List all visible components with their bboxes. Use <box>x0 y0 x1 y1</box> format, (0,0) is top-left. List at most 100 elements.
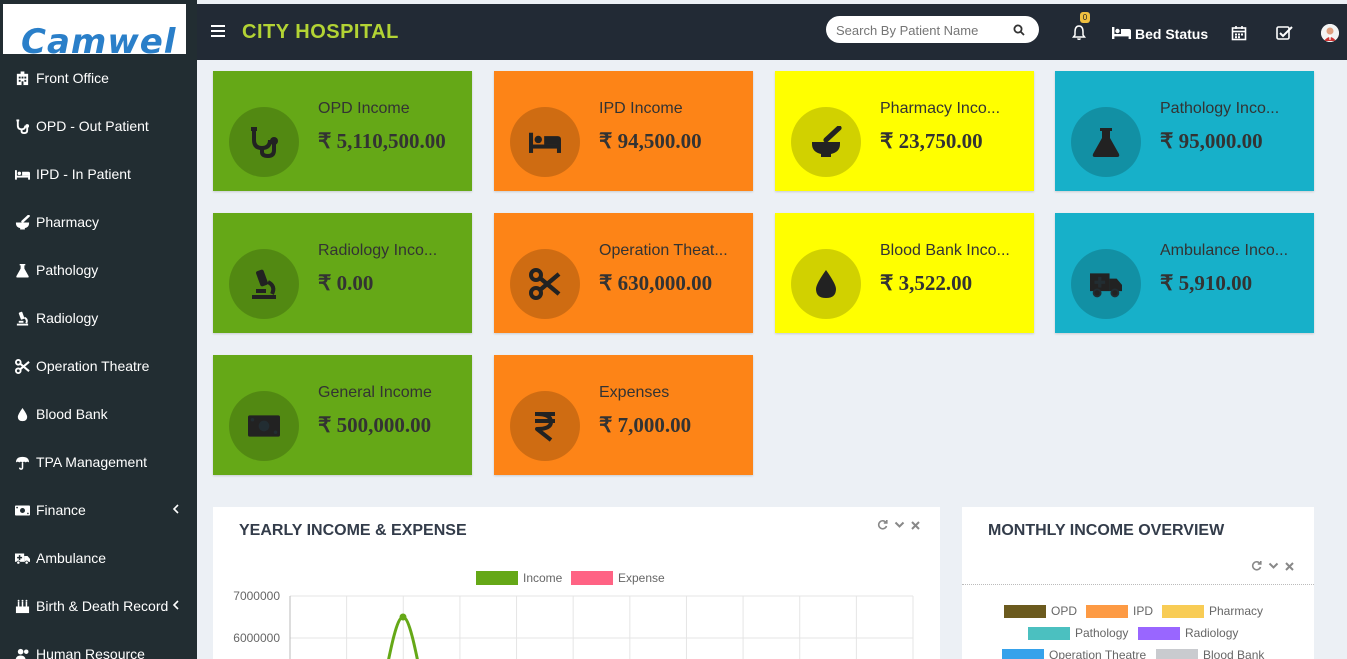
y-tick-label: 7000000 <box>233 589 280 603</box>
legend-item[interactable]: Blood Bank <box>1156 648 1264 659</box>
umbrella-icon <box>14 454 30 470</box>
card-title: Operation Theat... <box>599 242 728 259</box>
sidebar-item-label: OPD - Out Patient <box>36 118 149 134</box>
patient-search[interactable] <box>826 16 1039 43</box>
legend-item[interactable]: Pathology <box>1028 626 1128 640</box>
card-value: ₹ 5,110,500.00 <box>318 129 446 153</box>
sidebar-item-pathology[interactable]: Pathology <box>0 246 197 294</box>
card-title: Pharmacy Inco... <box>880 100 1001 117</box>
legend-swatch <box>571 571 613 585</box>
sidebar-item-label: Birth & Death Record <box>36 598 169 614</box>
bed-status-label: Bed Status <box>1135 26 1209 42</box>
legend-label: Pharmacy <box>1209 604 1264 618</box>
chevron-left-icon <box>172 502 179 517</box>
income-data-point <box>399 613 407 621</box>
income-card[interactable]: OPD Income ₹ 5,110,500.00 <box>213 71 472 191</box>
notification-badge: 0 <box>1080 12 1090 23</box>
sidebar-item-ipd-in-patient[interactable]: IPD - In Patient <box>0 150 197 198</box>
card-title: Blood Bank Inco... <box>880 242 1010 259</box>
card-title: General Income <box>318 384 432 401</box>
legend-item[interactable]: Radiology <box>1138 626 1238 640</box>
bell-icon[interactable] <box>1071 24 1087 46</box>
sidebar-item-label: Human Resource <box>36 646 145 659</box>
ambulance-icon <box>1071 249 1141 319</box>
sidebar-item-label: Finance <box>36 502 86 518</box>
legend-label: IPD <box>1133 604 1154 618</box>
legend-swatch <box>476 571 518 585</box>
legend-item[interactable]: OPD <box>1004 604 1077 618</box>
legend-item[interactable]: Pharmacy <box>1162 604 1263 618</box>
legend-swatch <box>1156 648 1198 659</box>
yearly-income-expense-panel: YEARLY INCOME & EXPENSE 7000000 6000000 In… <box>213 507 940 659</box>
panel-tools <box>1251 558 1294 576</box>
sidebar-item-human-resource[interactable]: Human Resource <box>0 630 197 659</box>
users-icon <box>14 646 30 659</box>
card-title: IPD Income <box>599 100 683 117</box>
chevron-left-icon <box>172 598 179 613</box>
card-value: ₹ 630,000.00 <box>599 271 713 295</box>
task-check-icon[interactable] <box>1276 25 1293 46</box>
sidebar-item-birth-death-record[interactable]: Birth & Death Record <box>0 582 197 630</box>
sidebar-toggle-icon[interactable] <box>211 25 225 37</box>
income-card[interactable]: Operation Theat... ₹ 630,000.00 <box>494 213 753 333</box>
legend-swatch <box>1028 626 1070 640</box>
income-card[interactable]: Expenses ₹ 7,000.00 <box>494 355 753 475</box>
search-input[interactable] <box>836 21 1006 39</box>
income-card[interactable]: Blood Bank Inco... ₹ 3,522.00 <box>775 213 1034 333</box>
calendar-icon[interactable] <box>1231 25 1247 46</box>
collapse-icon[interactable] <box>1268 558 1279 576</box>
legend-swatch <box>1138 626 1180 640</box>
sidebar-item-label: Pathology <box>36 262 99 278</box>
sidebar-item-tpa-management[interactable]: TPA Management <box>0 438 197 486</box>
sidebar-item-front-office[interactable]: Front Office <box>0 54 197 102</box>
income-card[interactable]: General Income ₹ 500,000.00 <box>213 355 472 475</box>
legend-swatch <box>1002 648 1044 659</box>
hospital-name: CITY HOSPITAL <box>242 21 399 43</box>
panel-title: MONTHLY INCOME OVERVIEW <box>988 522 1225 539</box>
money-icon <box>14 502 30 518</box>
user-avatar[interactable] <box>1321 24 1339 42</box>
income-card[interactable]: Radiology Inco... ₹ 0.00 <box>213 213 472 333</box>
sidebar-item-pharmacy[interactable]: Pharmacy <box>0 198 197 246</box>
sidebar: Camwel Front Office OPD - Out Patient IPD … <box>0 0 197 659</box>
search-icon[interactable] <box>1013 23 1025 41</box>
close-icon[interactable] <box>1285 558 1294 576</box>
droplet-icon <box>14 406 30 422</box>
microscope-icon <box>229 249 299 319</box>
legend-label: Pathology <box>1075 626 1129 640</box>
bed-icon <box>14 166 30 182</box>
legend-label: Blood Bank <box>1203 648 1265 659</box>
rupee-icon <box>510 391 580 461</box>
mortar-pestle-icon <box>791 107 861 177</box>
card-value: ₹ 23,750.00 <box>880 129 983 153</box>
scissors-icon <box>14 358 30 374</box>
legend-label: Radiology <box>1185 626 1239 640</box>
legend-label: Operation Theatre <box>1049 648 1147 659</box>
logo[interactable]: Camwel <box>3 4 186 54</box>
sidebar-item-ambulance[interactable]: Ambulance <box>0 534 197 582</box>
legend-label: OPD <box>1051 604 1078 618</box>
y-tick-label: 6000000 <box>233 631 280 645</box>
legend-swatch <box>1004 604 1046 618</box>
legend-item[interactable]: IPD <box>1086 604 1153 618</box>
sidebar-item-opd-out-patient[interactable]: OPD - Out Patient <box>0 102 197 150</box>
birthday-cake-icon <box>14 598 30 614</box>
card-value: ₹ 0.00 <box>318 271 374 295</box>
stethoscope-icon <box>14 118 30 134</box>
legend-item[interactable]: Operation Theatre <box>1002 648 1146 659</box>
card-value: ₹ 3,522.00 <box>880 271 973 295</box>
sidebar-menu: Front Office OPD - Out Patient IPD - In Pa… <box>0 54 197 659</box>
income-card[interactable]: Pathology Inco... ₹ 95,000.00 <box>1055 71 1314 191</box>
flask-icon <box>1071 107 1141 177</box>
sidebar-item-operation-theatre[interactable]: Operation Theatre <box>0 342 197 390</box>
sidebar-item-blood-bank[interactable]: Blood Bank <box>0 390 197 438</box>
sidebar-item-radiology[interactable]: Radiology <box>0 294 197 342</box>
bed-status-link[interactable]: Bed Status <box>1112 26 1208 42</box>
flask-icon <box>14 262 30 278</box>
refresh-icon[interactable] <box>1251 558 1262 576</box>
income-card[interactable]: Ambulance Inco... ₹ 5,910.00 <box>1055 213 1314 333</box>
income-card[interactable]: IPD Income ₹ 94,500.00 <box>494 71 753 191</box>
income-card[interactable]: Pharmacy Inco... ₹ 23,750.00 <box>775 71 1034 191</box>
sidebar-item-finance[interactable]: Finance <box>0 486 197 534</box>
sidebar-item-label: Operation Theatre <box>36 358 150 374</box>
